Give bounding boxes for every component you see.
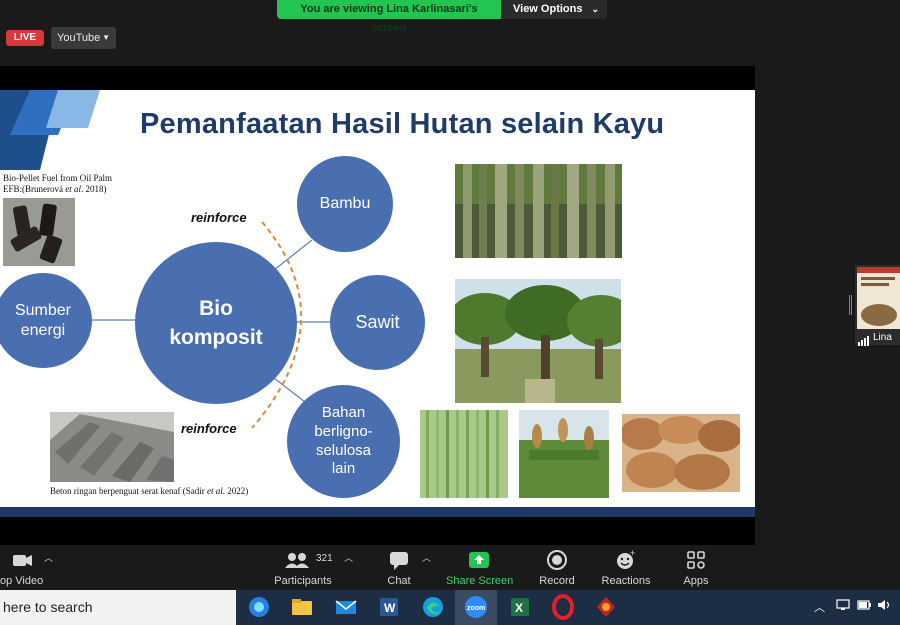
dropdown-arrow-icon: ▼ [102, 33, 110, 42]
zoom-window: { "banner": { "viewing_text": "You are v… [0, 0, 900, 625]
apps-label: Apps [683, 575, 709, 587]
network-icon[interactable] [836, 599, 850, 614]
share-screen-button[interactable]: Share Screen [446, 549, 514, 587]
biokomposit-line-2: komposit [169, 326, 263, 349]
chat-options-chevron-icon[interactable]: ︿ [422, 551, 431, 564]
beton-caption-b: et al [206, 486, 223, 496]
reactions-button[interactable]: + Reactions [600, 549, 652, 587]
apps-button[interactable]: Apps [680, 549, 712, 587]
taskbar-search-placeholder: here to search [3, 599, 93, 615]
game-icon[interactable] [593, 594, 619, 620]
chevron-down-icon: ⌄ [591, 4, 599, 14]
taskbar-search-box[interactable]: here to search [0, 590, 236, 625]
circle-bambu-label: Bambu [319, 195, 371, 212]
svg-text:zoom: zoom [467, 605, 485, 612]
opera-icon[interactable] [550, 594, 576, 620]
sorghum-photo [519, 410, 609, 498]
kenaf-photo [420, 410, 508, 498]
svg-text:X: X [515, 601, 523, 615]
participant-name: Lina [873, 332, 892, 343]
presentation-slide: Pemanfaatan Hasil Hutan selain Kayu Bamb… [0, 90, 755, 517]
pellet-caption: Bio-Pellet Fuel from Oil Palm EFB:(Brune… [3, 173, 133, 196]
battery-icon[interactable] [857, 599, 871, 614]
bio-pellet-photo [3, 198, 75, 266]
record-label: Record [539, 575, 575, 587]
coconut-fiber-photo [622, 414, 740, 492]
stop-video-button[interactable]: op Video [0, 549, 44, 587]
pellet-caption-c: . 2018) [81, 184, 107, 195]
chat-button[interactable]: Chat [384, 549, 414, 587]
svg-text:W: W [384, 601, 396, 615]
participants-count: 321 [316, 553, 333, 564]
circle-sumber-energi-label: Sumber energi [15, 301, 71, 341]
circle-bahan-berlignoselulosa: Bahan berligno- selulosa lain [287, 385, 400, 498]
speaker-icon[interactable] [877, 599, 891, 614]
beton-caption-a: Beton ringan berpenguat serat kenaf (Sad… [50, 486, 207, 496]
participants-label: Participants [274, 575, 332, 587]
apps-grid-icon [687, 551, 705, 569]
live-badge: LIVE [6, 30, 44, 46]
circle-bahan-label: Bahan berligno- selulosa lain [314, 404, 372, 479]
slide-footer-bar [0, 507, 755, 517]
pellet-caption-line1: Bio-Pellet Fuel from Oil Palm [3, 173, 112, 183]
oil-palm-photo [455, 279, 621, 403]
participants-options-chevron-icon[interactable]: ︿ [344, 551, 353, 564]
bahan-line-2: berligno- [314, 422, 373, 440]
share-screen-icon [469, 552, 489, 568]
reactions-smiley-icon: + [617, 549, 635, 569]
beton-caption-c: . 2022) [222, 486, 249, 496]
svg-text:+: + [630, 549, 635, 558]
mail-icon[interactable] [333, 594, 359, 620]
circle-biokomposit-label: Bio komposit [169, 294, 262, 353]
chat-label: Chat [387, 575, 411, 587]
sumber-line-1: Sumber [14, 301, 72, 319]
bahan-line-4: lain [331, 460, 356, 478]
reinforce-label-bottom: reinforce [181, 421, 237, 436]
video-camera-icon [13, 555, 32, 566]
edge-icon[interactable] [420, 594, 446, 620]
file-explorer-icon[interactable] [289, 594, 315, 620]
beton-caption: Beton ringan berpenguat serat kenaf (Sad… [50, 486, 310, 497]
biokomposit-line-1: Bio [199, 296, 233, 320]
viewing-screen-label: You are viewing Lina Karlinasari's scree… [277, 0, 501, 34]
word-icon[interactable]: W [376, 594, 402, 620]
stop-video-label: op Video [0, 575, 44, 587]
share-screen-label: Share Screen [446, 575, 514, 587]
windows-taskbar: here to search W zoom X ︿ [0, 590, 900, 625]
circle-biokomposit: Bio komposit [135, 242, 297, 404]
signal-bars-icon [858, 333, 870, 346]
bamboo-photo [455, 164, 622, 258]
zoom-icon[interactable]: zoom [463, 594, 489, 620]
participant-video [857, 267, 900, 329]
video-options-chevron-icon[interactable]: ︿ [44, 551, 53, 564]
view-options-label: View Options [513, 3, 583, 15]
beton-photo [50, 412, 174, 482]
pellet-caption-a: EFB:(Brunerová [3, 184, 66, 195]
bahan-line-1: Bahan [321, 404, 366, 421]
circle-sawit: Sawit [330, 275, 425, 370]
participant-thumbnail[interactable]: Lina [855, 265, 900, 346]
screen-share-banner: You are viewing Lina Karlinasari's scree… [277, 0, 607, 34]
stream-target-dropdown[interactable]: YouTube ▼ [51, 27, 116, 49]
webex-icon[interactable] [246, 594, 272, 620]
reactions-label: Reactions [601, 575, 651, 587]
shared-screen: Pemanfaatan Hasil Hutan selain Kayu Bamb… [0, 66, 755, 545]
stream-target-label: YouTube [57, 32, 101, 44]
tray-chevron-up-icon[interactable]: ︿ [814, 599, 825, 615]
circle-bambu: Bambu [297, 156, 393, 252]
record-icon [547, 550, 567, 570]
circle-sawit-label: Sawit [355, 312, 400, 333]
excel-icon[interactable]: X [507, 594, 533, 620]
panel-drag-handle[interactable] [849, 295, 852, 315]
record-button[interactable]: Record [538, 549, 576, 587]
view-options-button[interactable]: View Options ⌄ [501, 0, 607, 19]
bahan-line-3: selulosa [315, 441, 372, 459]
pellet-caption-b: et al [65, 184, 81, 195]
meeting-toolbar: op Video ︿ Participants 321 ︿ Chat ︿ Sha… [0, 545, 900, 590]
reinforce-label-top: reinforce [191, 210, 247, 225]
chat-bubble-icon [390, 552, 408, 570]
sumber-line-2: energi [20, 321, 66, 339]
